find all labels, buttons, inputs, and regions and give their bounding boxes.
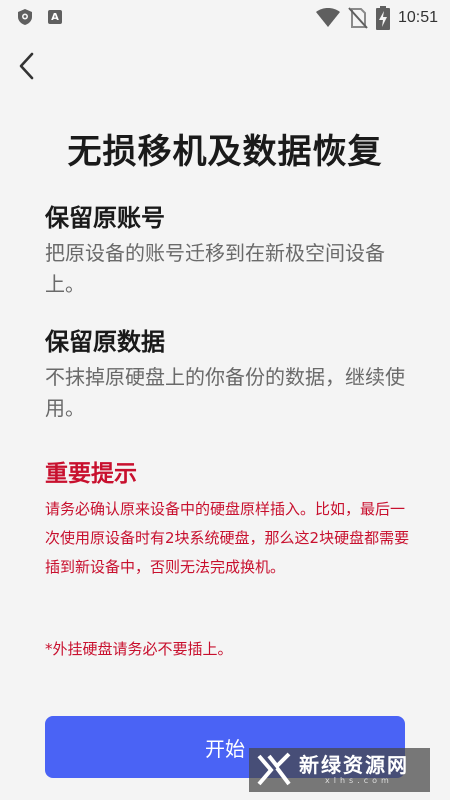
back-button[interactable] bbox=[12, 46, 46, 86]
warning-note: *外挂硬盘请务必不要插上。 bbox=[45, 640, 233, 658]
status-time: 10:51 bbox=[397, 9, 438, 26]
status-bar: A 10:51 bbox=[0, 0, 450, 36]
battery-charging-icon bbox=[375, 6, 390, 30]
start-button-label: 开始 bbox=[205, 738, 245, 761]
wifi-icon bbox=[315, 8, 340, 27]
status-right-icons: 10:51 bbox=[315, 6, 438, 30]
status-left-icons: A bbox=[18, 9, 62, 25]
watermark-text: 新绿资源网 bbox=[299, 753, 409, 777]
chevron-left-icon bbox=[19, 52, 34, 80]
section-text-keep-account: 把原设备的账号迁移到在新极空间设备上。 bbox=[45, 241, 385, 296]
warning-heading: 重要提示 bbox=[45, 461, 137, 487]
section-heading-keep-account: 保留原账号 bbox=[45, 204, 165, 232]
shield-icon bbox=[18, 9, 32, 25]
a-icon: A bbox=[48, 10, 62, 24]
section-heading-keep-data: 保留原数据 bbox=[45, 328, 165, 356]
warning-text: 请务必确认原来设备中的硬盘原样插入。比如，最后一次使用原设备时有2块系统硬盘，那… bbox=[45, 500, 410, 576]
section-text-keep-data: 不抹掉原硬盘上的你备份的数据，继续使用。 bbox=[45, 365, 405, 420]
page-title: 无损移机及数据恢复 bbox=[67, 132, 383, 172]
watermark-logo-icon bbox=[257, 752, 291, 786]
watermark: 新绿资源网 xlhs.com bbox=[249, 748, 430, 792]
no-sim-icon bbox=[348, 7, 368, 29]
watermark-subtext: xlhs.com bbox=[325, 776, 393, 785]
